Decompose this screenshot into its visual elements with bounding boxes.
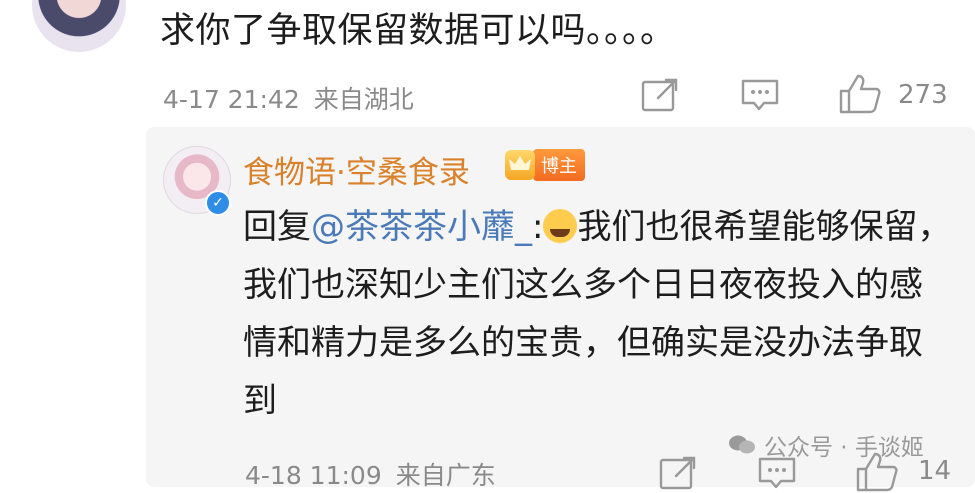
reply-prefix: 回复 [243, 207, 311, 247]
reply-author-name[interactable]: 食物语·空桑食录 [243, 147, 470, 192]
crying-face-emoji [543, 209, 578, 243]
reply-location: 来自广东 [395, 461, 496, 490]
like-icon[interactable] [838, 73, 882, 115]
reply-time: 4-18 11:09 [245, 461, 382, 490]
comment-like-count: 273 [898, 80, 948, 110]
reply-meta: 4-18 11:09 来自广东 [245, 456, 496, 492]
comment-location: 来自湖北 [313, 85, 414, 114]
share-icon[interactable] [640, 77, 680, 113]
reply-comment-icon[interactable] [757, 455, 797, 491]
mention-link[interactable]: @茶茶茶小蘼_ [311, 207, 532, 247]
verified-icon: ✓ [205, 190, 231, 216]
reply-share-icon[interactable] [658, 455, 698, 491]
reply-separator: : [532, 207, 544, 247]
comment-meta: 4-17 21:42 来自湖北 [163, 80, 414, 116]
commenter-avatar[interactable] [32, 0, 126, 52]
reply-text: 回复@茶茶茶小蘼_: 我们也很希望能够保留，我们也深知少主们这么多个日日夜夜投入的… [243, 198, 953, 430]
badge-label: 博主 [533, 149, 585, 181]
crown-icon [505, 150, 535, 180]
wechat-icon [729, 435, 755, 454]
comment-text: 求你了争取保留数据可以吗。。。。 [160, 11, 676, 51]
reply-like-icon[interactable] [855, 451, 899, 493]
reply-like-count: 14 [918, 456, 952, 486]
comment-time: 4-17 21:42 [163, 85, 300, 114]
blogger-badge: 博主 [505, 148, 585, 182]
comment-icon[interactable] [740, 77, 780, 113]
